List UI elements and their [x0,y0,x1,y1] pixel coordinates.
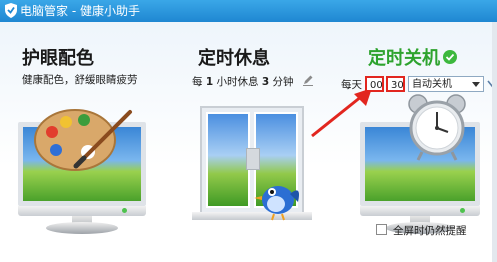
palette-icon [34,109,132,171]
shutdown-minute-field[interactable]: 30 [386,76,405,92]
title-bar: 电脑管家 - 健康小助手 [0,0,497,22]
edit-pencil-icon[interactable] [302,74,314,86]
fullscreen-reminder-checkbox[interactable] [376,224,387,235]
shutdown-title-text: 定时关机 [368,48,440,69]
rest-hours-value: 1 [205,76,214,88]
rest-minutes-value: 3 [261,76,270,88]
rest-timer-panel[interactable]: 定时休息 每 1 小时休息 3 分钟 [170,22,338,262]
rest-timer-title: 定时休息 [198,48,270,69]
eye-care-panel[interactable]: 护眼配色 健康配色，舒缓眼睛疲劳 [0,22,170,262]
chevron-down-icon [472,82,480,87]
eye-care-subtitle: 健康配色，舒缓眼睛疲劳 [22,74,138,86]
shutdown-title: 定时关机 [368,44,457,70]
daily-label: 每天 [341,79,362,91]
rest-text-mid: 小时休息 [216,76,259,88]
check-icon [443,50,457,64]
shutdown-hour-field[interactable]: 00 [365,76,384,92]
bird-icon [254,186,299,221]
shutdown-mode-value: 自动关机 [412,79,452,90]
eye-care-title: 护眼配色 [22,48,94,69]
scrollbar[interactable] [492,22,497,262]
rest-text-prefix: 每 [192,76,203,88]
rest-interval-text: 每 1 小时休息 3 分钟 [192,74,294,89]
rest-text-suffix: 分钟 [272,76,294,88]
alarm-clock-icon [408,94,466,161]
shield-logo-icon [5,3,17,18]
window-title: 电脑管家 - 健康小助手 [20,4,140,18]
fullscreen-reminder-label: 全屏时仍然提醒 [393,225,467,237]
